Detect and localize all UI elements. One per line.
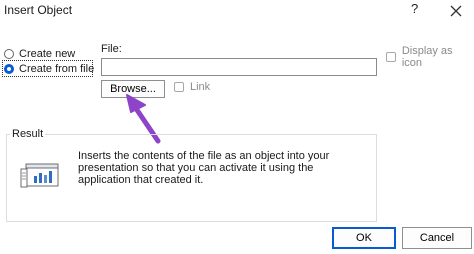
result-label: Result <box>10 128 46 140</box>
result-description: Inserts the contents of the file as an o… <box>78 150 330 186</box>
link-checkbox[interactable] <box>174 82 184 92</box>
file-path-input[interactable] <box>101 58 377 76</box>
link-option[interactable]: Link <box>174 81 210 93</box>
embedded-object-icon <box>20 163 59 188</box>
close-icon <box>450 5 462 17</box>
insert-object-dialog: Insert Object ? Create new Create from f… <box>0 0 474 254</box>
display-as-icon-label: Display as icon <box>401 45 453 69</box>
display-as-icon-option[interactable]: Display as icon <box>386 45 474 69</box>
create-from-file-label: Create from file <box>19 63 95 75</box>
create-from-file-option[interactable]: Create from file <box>4 63 94 75</box>
link-label: Link <box>190 81 211 93</box>
title-bar: Insert Object ? <box>0 0 474 22</box>
create-new-label: Create new <box>19 48 76 60</box>
display-as-icon-checkbox[interactable] <box>386 52 396 62</box>
dialog-title: Insert Object <box>4 3 73 17</box>
file-label: File: <box>101 43 122 55</box>
create-new-option[interactable]: Create new <box>4 48 75 60</box>
create-from-file-radio[interactable] <box>4 64 14 74</box>
create-new-radio[interactable] <box>4 49 14 59</box>
ok-button[interactable]: OK <box>332 227 396 249</box>
cancel-button[interactable]: Cancel <box>402 227 472 249</box>
close-button[interactable] <box>443 0 471 22</box>
help-button[interactable]: ? <box>411 1 418 16</box>
